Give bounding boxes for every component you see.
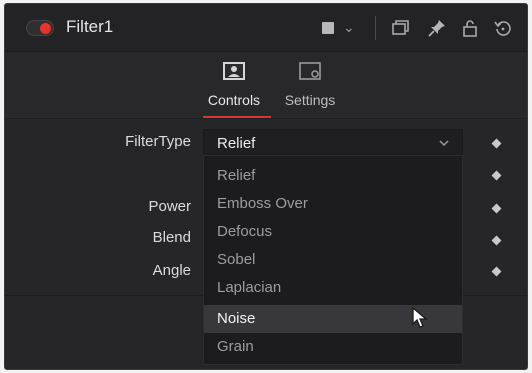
blend-label: Blend [152, 229, 191, 246]
tab-controls[interactable]: Controls [203, 62, 265, 108]
lock-icon[interactable] [460, 18, 480, 38]
option-defocus[interactable]: Defocus [204, 218, 462, 246]
angle-label: Angle [152, 262, 191, 279]
option-laplacian[interactable]: Laplacian [204, 274, 462, 302]
tab-settings[interactable]: Settings [281, 62, 339, 108]
active-tab-indicator [203, 116, 271, 118]
filtertype-select[interactable]: Relief [203, 129, 463, 156]
chevron-down-icon [439, 140, 449, 147]
option-grain[interactable]: Grain [204, 333, 462, 361]
tab-controls-label: Controls [207, 92, 261, 108]
filtertype-label: FilterType [125, 133, 191, 150]
pin-icon[interactable] [427, 18, 447, 38]
node-title: Filter1 [66, 17, 114, 36]
header-divider [375, 16, 376, 40]
option-sobel[interactable]: Sobel [204, 246, 462, 274]
settings-icon [299, 62, 321, 80]
option-emboss-over[interactable]: Emboss Over [204, 190, 462, 218]
node-enable-toggle[interactable] [26, 20, 54, 36]
filtertype-value: Relief [217, 135, 256, 152]
node-color-swatch[interactable] [322, 22, 334, 34]
controls-icon [223, 62, 245, 80]
toggle-indicator [40, 23, 51, 34]
filtertype-dropdown-list: Relief Emboss Over Defocus Sobel Laplaci… [203, 155, 463, 365]
reset-icon[interactable] [493, 18, 513, 38]
option-relief[interactable]: Relief [204, 162, 462, 190]
mouse-cursor-icon [412, 307, 428, 328]
versions-icon[interactable] [390, 18, 410, 38]
inspector-tabs: Controls Settings [5, 52, 527, 119]
inspector-panel: Filter1 ⌄ Controls Settings FilterType P… [4, 3, 528, 370]
power-label: Power [148, 198, 191, 215]
node-header: Filter1 ⌄ [5, 4, 527, 52]
chevron-down-icon[interactable]: ⌄ [343, 19, 355, 36]
tab-settings-label: Settings [284, 92, 336, 108]
